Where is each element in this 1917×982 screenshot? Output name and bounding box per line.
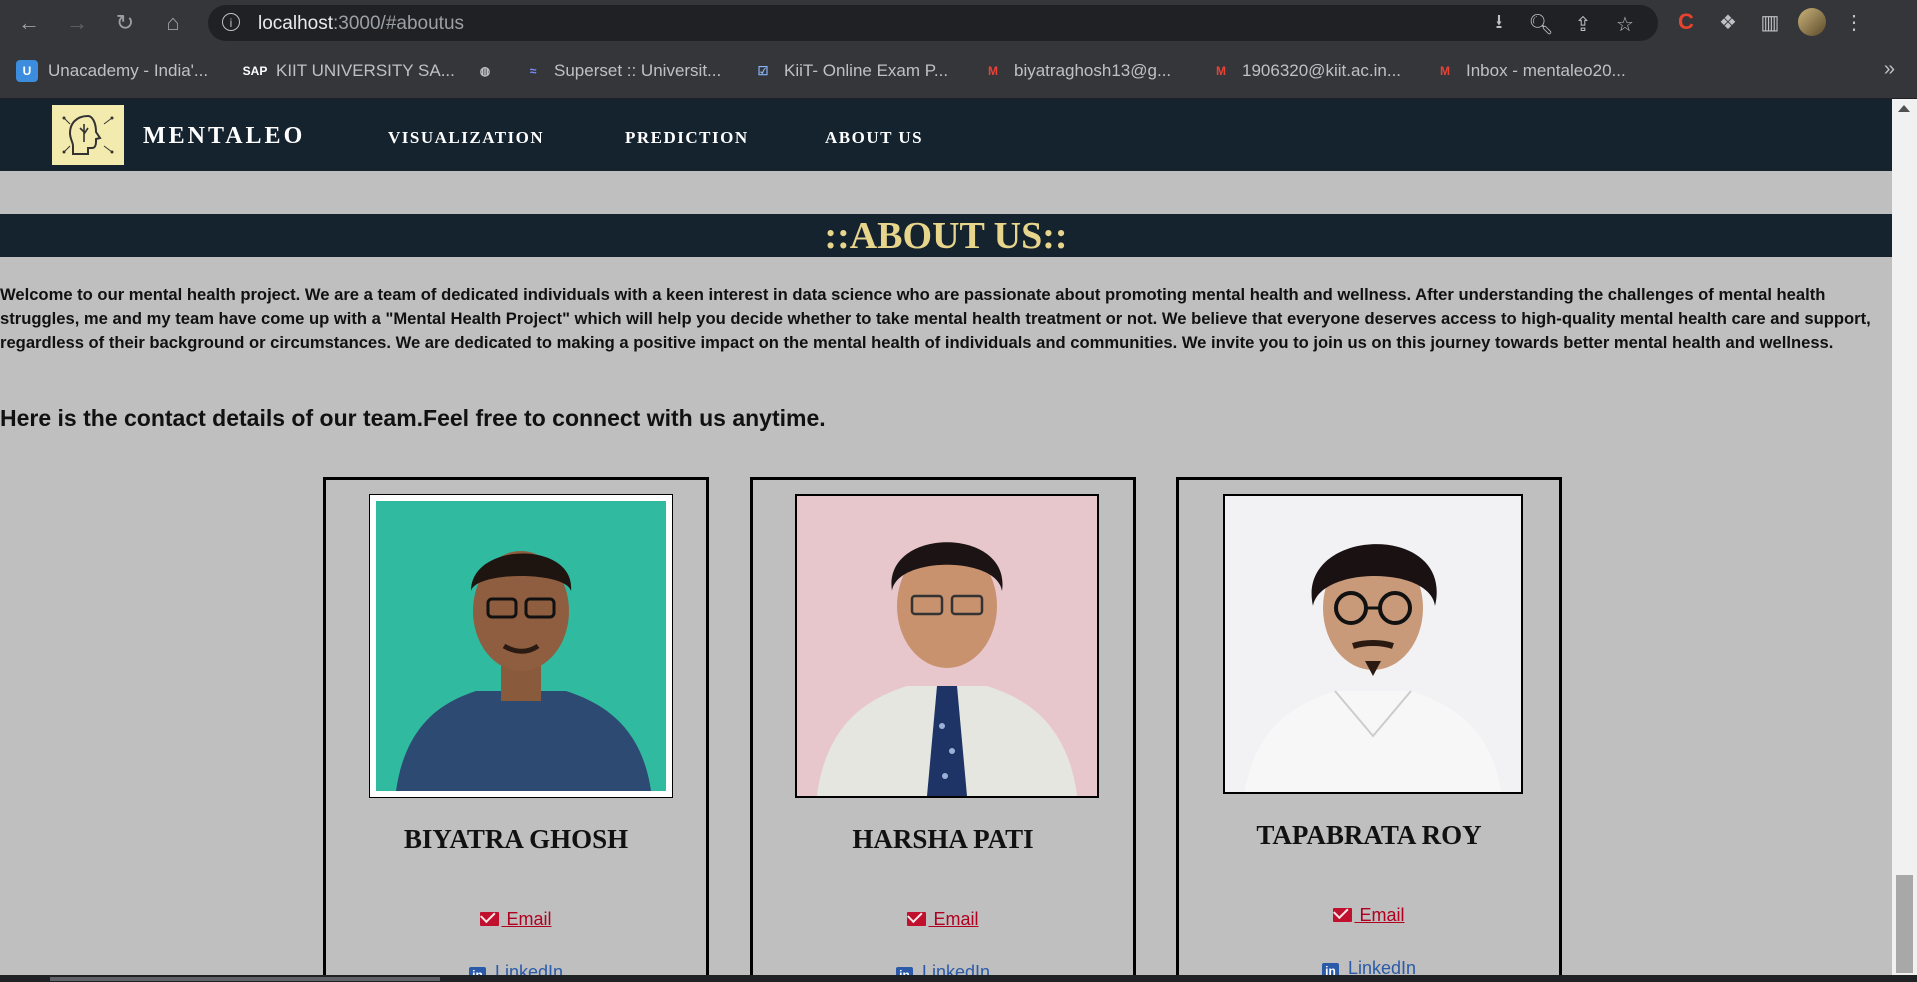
email-icon bbox=[480, 912, 500, 926]
bookmark-label: 1906320@kiit.ac.in... bbox=[1242, 61, 1402, 80]
bookmark-label: KIIT UNIVERSITY SA... bbox=[276, 61, 455, 80]
extensions-puzzle-icon[interactable]: ❖ bbox=[1714, 8, 1742, 36]
unacademy-icon: U bbox=[16, 60, 38, 82]
scrollbar-thumb[interactable] bbox=[1896, 875, 1913, 973]
bookmark-label: Inbox - mentaleo20... bbox=[1466, 61, 1626, 80]
zoom-icon[interactable]: 🔍︎ bbox=[1528, 11, 1554, 37]
bookmark-label: biyatraghosh13@g... bbox=[1014, 61, 1172, 80]
email-label: Email bbox=[1354, 905, 1405, 925]
email-label: Email bbox=[501, 909, 552, 929]
bookmark-item[interactable]: ≈ Superset :: Universit... bbox=[522, 60, 722, 82]
gmail-icon: M bbox=[1216, 64, 1226, 78]
about-intro: Welcome to our mental health project. We… bbox=[0, 285, 1871, 352]
member-photo bbox=[1223, 494, 1523, 794]
profile-avatar[interactable] bbox=[1798, 8, 1826, 36]
back-arrow-icon[interactable]: ← bbox=[13, 7, 45, 39]
email-link[interactable]: Email bbox=[1179, 905, 1559, 926]
linkedin-label: LinkedIn bbox=[916, 962, 991, 975]
horizontal-scrollbar-thumb[interactable] bbox=[50, 977, 440, 981]
mentaleo-logo[interactable] bbox=[52, 105, 124, 165]
url-text[interactable]: localhost:3000/#aboutus bbox=[258, 13, 464, 35]
vertical-scrollbar[interactable] bbox=[1892, 99, 1917, 975]
bookmark-star-icon[interactable]: ☆ bbox=[1612, 11, 1638, 37]
email-icon bbox=[1333, 908, 1353, 922]
bookmark-item[interactable]: U Unacademy - India'... bbox=[16, 60, 208, 82]
page-content: MENTALEO VISUALIZATION PREDICTION ABOUT … bbox=[0, 99, 1892, 975]
address-bar[interactable]: i localhost:3000/#aboutus ⭳ 🔍︎ ⇪ ☆ bbox=[208, 5, 1658, 41]
install-app-icon[interactable]: ⭳ bbox=[1486, 11, 1512, 37]
linkedin-icon: in bbox=[468, 967, 486, 975]
nav-prediction[interactable]: PREDICTION bbox=[625, 128, 749, 148]
sap-icon: SAP bbox=[242, 64, 268, 78]
site-info-icon[interactable]: i bbox=[222, 13, 240, 31]
bookmark-label: Unacademy - India'... bbox=[48, 61, 209, 80]
bookmark-item[interactable]: ◍ bbox=[474, 60, 496, 82]
brand-name[interactable]: MENTALEO bbox=[143, 123, 305, 150]
exam-icon: ☑ bbox=[757, 64, 769, 78]
linkedin-link[interactable]: in LinkedIn bbox=[753, 962, 1133, 975]
team-card: TAPABRATA ROY Email in LinkedIn bbox=[1176, 477, 1562, 975]
horizontal-scrollbar[interactable] bbox=[0, 975, 1917, 982]
member-name: BIYATRA GHOSH bbox=[403, 824, 629, 854]
team-card: BIYATRA GHOSH Email in LinkedIn bbox=[323, 477, 709, 975]
linkedin-link[interactable]: in LinkedIn bbox=[1179, 958, 1559, 975]
about-banner: ::ABOUT US:: bbox=[0, 214, 1892, 257]
linkedin-icon: in bbox=[1321, 963, 1339, 975]
member-photo bbox=[795, 494, 1099, 798]
extension-c-icon[interactable]: C bbox=[1672, 8, 1700, 36]
browser-toolbar: ← → ↻ ⌂ i localhost:3000/#aboutus ⭳ 🔍︎ ⇪… bbox=[0, 0, 1917, 46]
site-navbar: MENTALEO VISUALIZATION PREDICTION ABOUT … bbox=[0, 99, 1892, 171]
url-path: :3000/#aboutus bbox=[333, 13, 465, 34]
about-heading: ::ABOUT US:: bbox=[824, 214, 1068, 257]
email-label: Email bbox=[928, 909, 979, 929]
globe-icon: ◍ bbox=[479, 64, 491, 78]
contact-heading: Here is the contact details of our team.… bbox=[0, 405, 826, 431]
linkedin-icon: in bbox=[895, 967, 913, 975]
email-icon bbox=[907, 912, 927, 926]
bookmark-label: Superset :: Universit... bbox=[554, 61, 722, 80]
team-card: HARSHA PATI Email in LinkedIn bbox=[750, 477, 1136, 975]
reload-icon[interactable]: ↻ bbox=[109, 7, 141, 39]
bookmark-item[interactable]: M Inbox - mentaleo20... bbox=[1434, 60, 1626, 82]
url-host: localhost bbox=[258, 13, 333, 34]
gmail-icon: M bbox=[988, 64, 998, 78]
email-link[interactable]: Email bbox=[326, 909, 706, 930]
nav-about-us[interactable]: ABOUT US bbox=[825, 128, 923, 148]
bookmarks-overflow-icon[interactable]: » bbox=[1884, 58, 1895, 81]
home-icon[interactable]: ⌂ bbox=[157, 7, 189, 39]
linkedin-link[interactable]: in LinkedIn bbox=[326, 962, 706, 975]
member-name: HARSHA PATI bbox=[852, 824, 1034, 854]
bookmark-item[interactable]: M 1906320@kiit.ac.in... bbox=[1210, 60, 1401, 82]
scroll-up-arrow-icon[interactable] bbox=[1898, 105, 1910, 112]
bookmark-item[interactable]: SAP KIIT UNIVERSITY SA... bbox=[242, 60, 455, 82]
nav-visualization[interactable]: VISUALIZATION bbox=[388, 128, 544, 148]
email-link[interactable]: Email bbox=[753, 909, 1133, 930]
share-icon[interactable]: ⇪ bbox=[1570, 11, 1596, 37]
side-panel-icon[interactable]: ▥ bbox=[1756, 8, 1784, 36]
bookmarks-bar: U Unacademy - India'... SAP KIIT UNIVERSITY… bbox=[0, 46, 1917, 99]
superset-icon: ≈ bbox=[529, 64, 537, 78]
linkedin-label: LinkedIn bbox=[489, 962, 564, 975]
member-photo bbox=[369, 494, 673, 798]
forward-arrow-icon[interactable]: → bbox=[61, 7, 93, 39]
bookmark-item[interactable]: Mbiyatraghosh13@g... bbox=[982, 60, 1171, 82]
member-name: TAPABRATA ROY bbox=[1256, 820, 1482, 850]
linkedin-label: LinkedIn bbox=[1342, 958, 1417, 975]
bookmark-label: KiiT- Online Exam P... bbox=[784, 61, 949, 80]
menu-kebab-icon[interactable]: ⋮ bbox=[1840, 8, 1868, 36]
bookmark-item[interactable]: ☑ KiiT- Online Exam P... bbox=[752, 60, 948, 82]
gmail-icon: M bbox=[1440, 64, 1450, 78]
